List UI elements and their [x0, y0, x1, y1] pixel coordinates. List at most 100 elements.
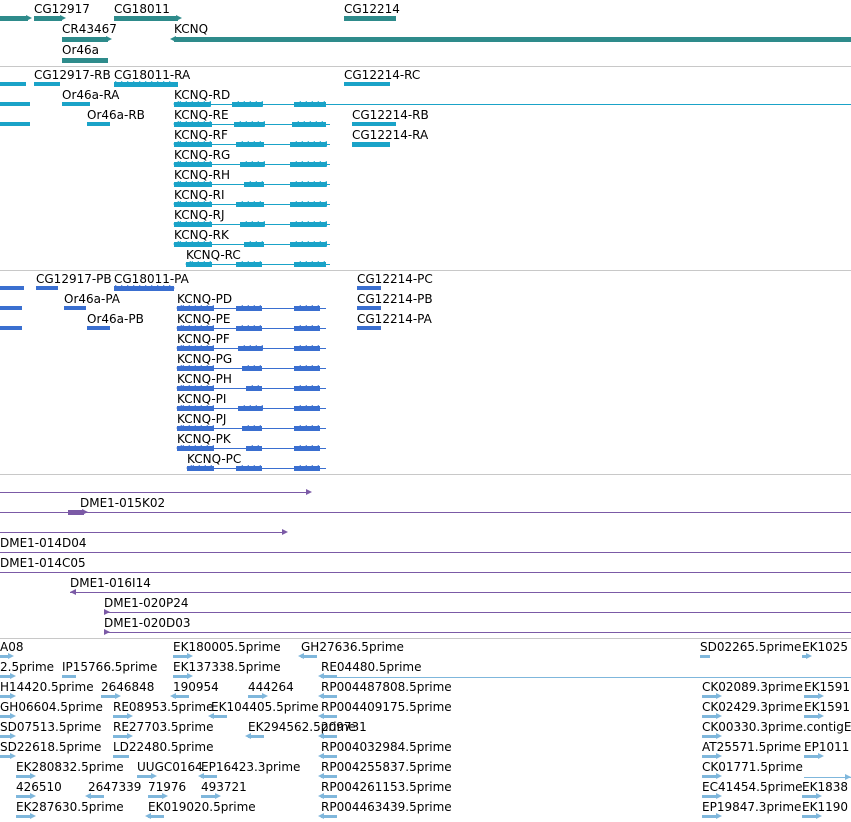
feature-label[interactable]: RP004463439.5prime: [321, 800, 452, 814]
feature-label[interactable]: 2647339: [88, 780, 141, 794]
feature-label[interactable]: KCNQ-PD: [177, 292, 232, 306]
feature-block[interactable]: [0, 122, 30, 126]
feature-label[interactable]: 444264: [248, 680, 294, 694]
feature-label[interactable]: CG12214-RA: [352, 128, 428, 142]
feature-block[interactable]: [0, 16, 28, 21]
feature-label[interactable]: EK1190: [802, 800, 848, 814]
feature-block[interactable]: [113, 755, 129, 758]
feature-label[interactable]: DME1-015K02: [80, 496, 165, 510]
feature-label[interactable]: AT25571.5prime: [702, 740, 801, 754]
feature-label[interactable]: KCNQ-RH: [174, 168, 230, 182]
feature-label[interactable]: RP004261153.5prime: [321, 780, 452, 794]
feature-label[interactable]: RP004409175.5prime: [321, 700, 452, 714]
feature-block[interactable]: [62, 37, 108, 42]
feature-label[interactable]: GH27636.5prime: [301, 640, 404, 654]
feature-label[interactable]: CG12214-PA: [357, 312, 432, 326]
feature-label[interactable]: EK104405.5prime: [211, 700, 319, 714]
feature-label[interactable]: KCNQ-PF: [177, 332, 230, 346]
feature-label[interactable]: Or46a-PA: [64, 292, 120, 306]
feature-label[interactable]: EP19847.3prime: [702, 800, 801, 814]
feature-label[interactable]: KCNQ-RD: [174, 88, 230, 102]
feature-label[interactable]: RE27703.5prime: [113, 720, 214, 734]
feature-label[interactable]: 493721: [201, 780, 247, 794]
feature-label[interactable]: CK02089.3prime: [702, 680, 803, 694]
feature-label[interactable]: KCNQ-PH: [177, 372, 232, 386]
feature-label[interactable]: KCNQ-PJ: [177, 412, 226, 426]
feature-label[interactable]: 2.5prime: [0, 660, 54, 674]
feature-label[interactable]: KCNQ-RI: [174, 188, 225, 202]
feature-label[interactable]: SD07513.5prime: [0, 720, 101, 734]
feature-block[interactable]: [64, 306, 86, 310]
feature-label[interactable]: CG12917-RB: [34, 68, 111, 82]
feature-label[interactable]: 209731: [321, 720, 367, 734]
feature-label[interactable]: GH06604.5prime: [0, 700, 103, 714]
feature-label[interactable]: EK1591: [804, 700, 850, 714]
feature-label[interactable]: 2646848: [101, 680, 154, 694]
feature-label[interactable]: Or46a-RB: [87, 108, 145, 122]
feature-label[interactable]: Or46a-PB: [87, 312, 144, 326]
feature-block[interactable]: [62, 675, 76, 678]
feature-label[interactable]: DME1-014D04: [0, 536, 87, 550]
feature-label[interactable]: Or46a-RA: [62, 88, 119, 102]
feature-label[interactable]: CG12214-RB: [352, 108, 429, 122]
feature-label[interactable]: SD02265.5prime: [700, 640, 801, 654]
feature-block[interactable]: [352, 122, 396, 126]
feature-label[interactable]: KCNQ-RJ: [174, 208, 225, 222]
feature-block[interactable]: [174, 37, 851, 42]
feature-label[interactable]: CG18011: [114, 2, 170, 16]
feature-block[interactable]: [357, 306, 381, 310]
feature-block[interactable]: [34, 16, 62, 21]
feature-block[interactable]: [0, 326, 22, 330]
feature-label[interactable]: EC41454.5prime: [702, 780, 803, 794]
feature-label[interactable]: RP004032984.5prime: [321, 740, 452, 754]
feature-block[interactable]: [34, 82, 60, 86]
feature-label[interactable]: EK280832.5prime: [16, 760, 124, 774]
feature-label[interactable]: UUGC0164: [137, 760, 203, 774]
feature-label[interactable]: CG12214-PC: [357, 272, 433, 286]
feature-label[interactable]: KCNQ-RC: [186, 248, 241, 262]
feature-label[interactable]: CR43467: [62, 22, 117, 36]
feature-label[interactable]: CG18011-RA: [114, 68, 190, 82]
feature-block[interactable]: [357, 326, 381, 330]
feature-block[interactable]: [344, 82, 390, 86]
feature-label[interactable]: EK1591: [804, 680, 850, 694]
feature-block[interactable]: [0, 102, 30, 106]
feature-label[interactable]: RP004255837.5prime: [321, 760, 452, 774]
feature-block[interactable]: [0, 286, 24, 290]
feature-label[interactable]: RE04480.5prime: [321, 660, 422, 674]
feature-label[interactable]: KCNQ-RE: [174, 108, 229, 122]
feature-label[interactable]: LD22480.5prime: [113, 740, 214, 754]
feature-label[interactable]: DME1-020D03: [104, 616, 191, 630]
feature-block[interactable]: [62, 102, 90, 106]
feature-label[interactable]: DME1-014C05: [0, 556, 86, 570]
feature-label[interactable]: CG12214-RC: [344, 68, 420, 82]
feature-label[interactable]: EK1025: [802, 640, 848, 654]
feature-label[interactable]: EK019020.5prime: [148, 800, 256, 814]
feature-label[interactable]: CK01771.5prime: [702, 760, 803, 774]
feature-block[interactable]: [700, 655, 710, 658]
feature-label[interactable]: 426510: [16, 780, 62, 794]
feature-label[interactable]: KCNQ-PK: [177, 432, 231, 446]
feature-label[interactable]: DME1-020P24: [104, 596, 189, 610]
feature-label[interactable]: CG12214-PB: [357, 292, 433, 306]
feature-label[interactable]: 190954: [173, 680, 219, 694]
feature-block[interactable]: [0, 82, 26, 86]
feature-label[interactable]: A08: [0, 640, 23, 654]
feature-label[interactable]: EP16423.3prime: [201, 760, 300, 774]
feature-label[interactable]: CK00330.3prime.contigEl: [702, 720, 851, 734]
feature-block[interactable]: [62, 58, 108, 63]
feature-block[interactable]: [114, 16, 178, 21]
feature-block[interactable]: [0, 306, 22, 310]
feature-block[interactable]: [352, 142, 390, 147]
feature-label[interactable]: KCNQ-PC: [187, 452, 241, 466]
feature-label[interactable]: CK02429.3prime: [702, 700, 803, 714]
feature-label[interactable]: CG18011-PA: [114, 272, 189, 286]
feature-label[interactable]: EK180005.5prime: [173, 640, 281, 654]
feature-label[interactable]: CG12917: [34, 2, 90, 16]
feature-block[interactable]: [357, 286, 381, 290]
feature-label[interactable]: RE08953.5prime: [113, 700, 214, 714]
feature-label[interactable]: IP15766.5prime: [62, 660, 157, 674]
feature-label[interactable]: EK1838: [802, 780, 848, 794]
feature-label[interactable]: H14420.5prime: [0, 680, 94, 694]
feature-label[interactable]: KCNQ-PE: [177, 312, 231, 326]
